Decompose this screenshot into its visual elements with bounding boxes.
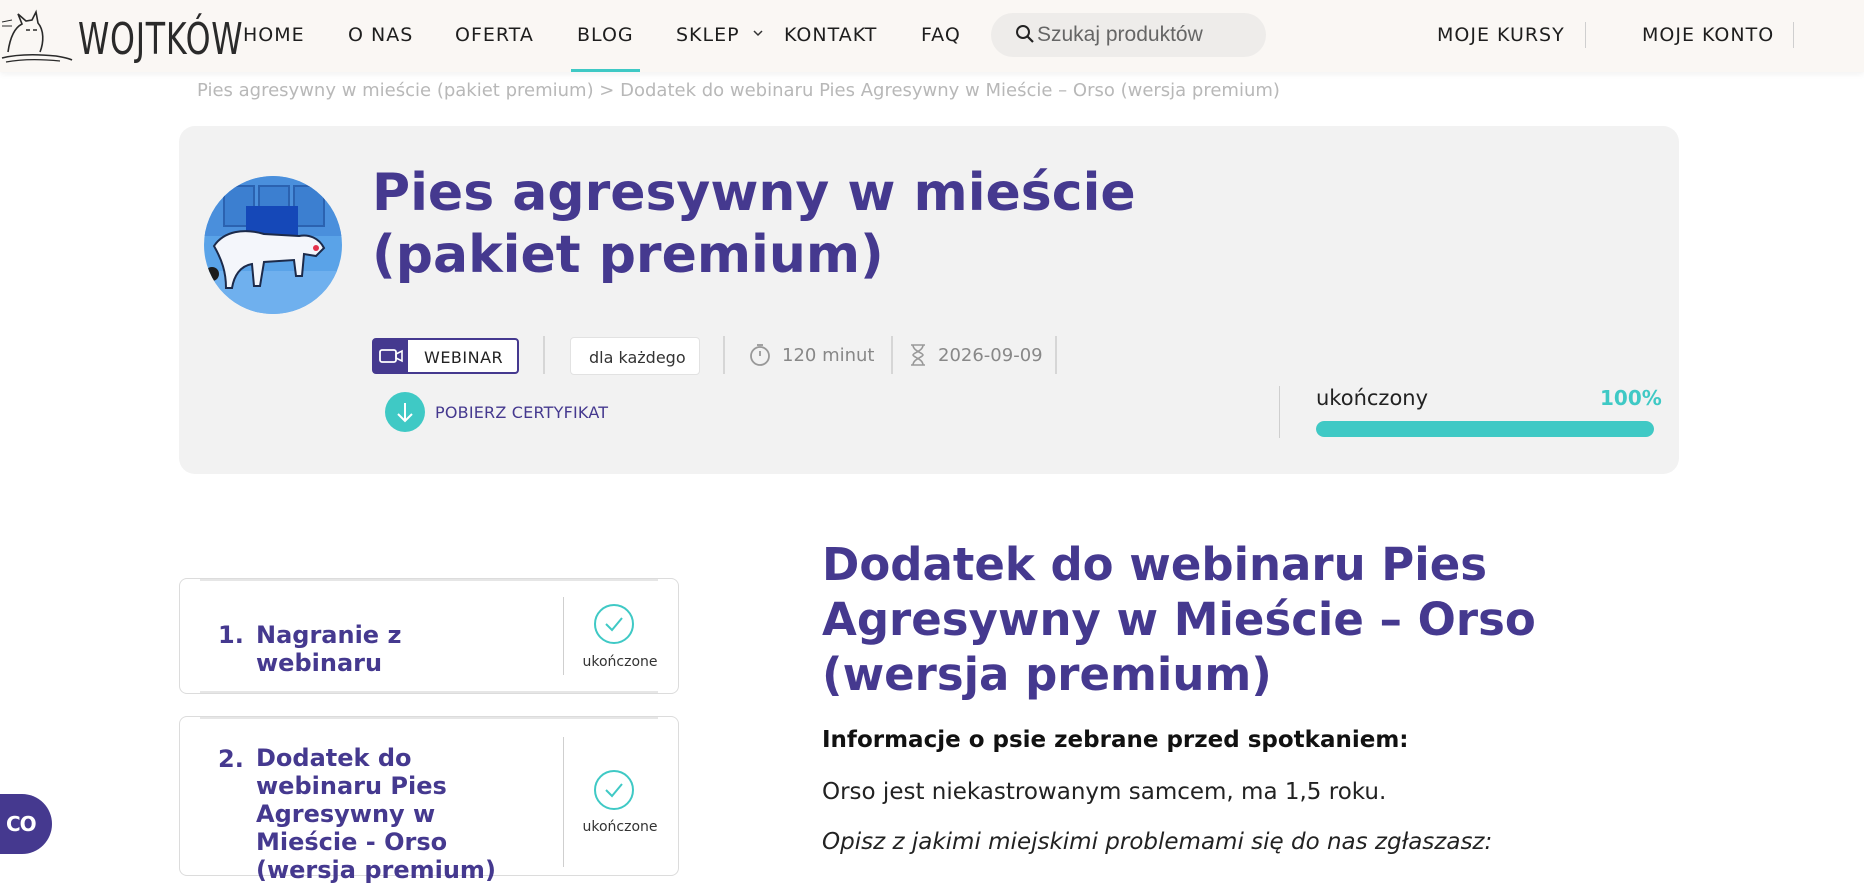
meta-separator bbox=[1055, 336, 1057, 374]
lesson-item-active[interactable]: 2. Dodatek do webinaru Pies Agresywny w … bbox=[179, 716, 679, 884]
nav-blog[interactable]: BLOG bbox=[577, 24, 634, 46]
chevron-down-icon[interactable] bbox=[752, 26, 764, 41]
type-tag-label: WEBINAR bbox=[424, 348, 504, 367]
lesson-item[interactable]: 1. Nagranie z webinaru ukończone bbox=[179, 578, 679, 694]
search-input[interactable] bbox=[1037, 19, 1252, 51]
meta-separator bbox=[723, 336, 725, 374]
article-subheading: Informacje o psie zebrane przed spotkani… bbox=[822, 727, 1409, 753]
nav-active-indicator bbox=[571, 69, 640, 72]
lesson-status: ukończone bbox=[582, 654, 658, 670]
stopwatch-icon bbox=[750, 344, 770, 366]
meta-separator bbox=[543, 336, 545, 374]
course-expiry-date: 2026-09-09 bbox=[938, 345, 1043, 366]
navbar: WOJTKÓW HOME O NAS OFERTA BLOG SKLEP KON… bbox=[0, 0, 1864, 72]
hourglass-icon bbox=[911, 344, 925, 366]
lesson-heading: Dodatek do webinaru Pies Agresywny w Mie… bbox=[822, 538, 1536, 701]
type-tag: WEBINAR bbox=[372, 338, 519, 374]
progress-separator bbox=[1279, 386, 1280, 438]
lesson-status: ukończone bbox=[582, 819, 658, 835]
progress-percent: 100% bbox=[1600, 386, 1662, 410]
check-icon bbox=[594, 770, 634, 810]
nav-my-courses[interactable]: MOJE KURSY bbox=[1437, 24, 1565, 46]
meta-separator bbox=[891, 336, 893, 374]
chat-widget-button[interactable]: CO bbox=[0, 794, 52, 854]
cat-logo-icon bbox=[1, 9, 73, 63]
nav-home[interactable]: HOME bbox=[243, 24, 305, 46]
audience-tag-label: dla każdego bbox=[589, 348, 686, 367]
lesson-divider bbox=[563, 737, 564, 867]
lesson-title[interactable]: Nagranie z webinaru bbox=[256, 621, 521, 677]
nav-separator bbox=[1793, 22, 1794, 48]
nav-oferta[interactable]: OFERTA bbox=[455, 24, 534, 46]
search-icon[interactable] bbox=[1015, 24, 1035, 44]
nav-kontakt[interactable]: KONTAKT bbox=[784, 24, 877, 46]
nav-faq[interactable]: FAQ bbox=[921, 24, 961, 46]
video-camera-icon bbox=[374, 340, 408, 372]
nav-sklep[interactable]: SKLEP bbox=[676, 24, 740, 46]
article-paragraph: Orso jest niekastrowanym samcem, ma 1,5 … bbox=[822, 779, 1387, 805]
progress-bar bbox=[1316, 421, 1654, 437]
lesson-number: 1. bbox=[218, 621, 244, 649]
chat-widget-label: CO bbox=[6, 812, 37, 836]
breadcrumb[interactable]: Pies agresywny w mieście (pakiet premium… bbox=[197, 80, 1280, 101]
course-title: Pies agresywny w mieście (pakiet premium… bbox=[372, 163, 1136, 285]
lesson-number: 2. bbox=[218, 745, 244, 773]
download-certificate-button[interactable] bbox=[385, 392, 425, 432]
download-certificate-link[interactable]: POBIERZ CERTYFIKAT bbox=[435, 403, 608, 422]
progress-bar-fill bbox=[1316, 421, 1654, 437]
progress-label: ukończony bbox=[1316, 386, 1429, 410]
course-duration: 120 minut bbox=[782, 345, 875, 366]
course-thumbnail bbox=[204, 176, 342, 314]
download-icon bbox=[397, 403, 413, 423]
nav-separator bbox=[1585, 22, 1586, 48]
lesson-divider bbox=[563, 597, 564, 675]
lesson-title[interactable]: Dodatek do webinaru Pies Agresywny w Mie… bbox=[256, 744, 521, 884]
audience-tag: dla każdego bbox=[570, 337, 700, 375]
article-question: Opisz z jakimi miejskimi problemami się … bbox=[822, 829, 1493, 855]
check-icon bbox=[594, 604, 634, 644]
nav-o-nas[interactable]: O NAS bbox=[348, 24, 413, 46]
brand-name: WOJTKÓW bbox=[78, 14, 244, 65]
search-box bbox=[991, 13, 1266, 57]
site-logo[interactable]: WOJTKÓW bbox=[0, 4, 243, 68]
nav-my-account[interactable]: MOJE KONTO bbox=[1642, 24, 1774, 46]
